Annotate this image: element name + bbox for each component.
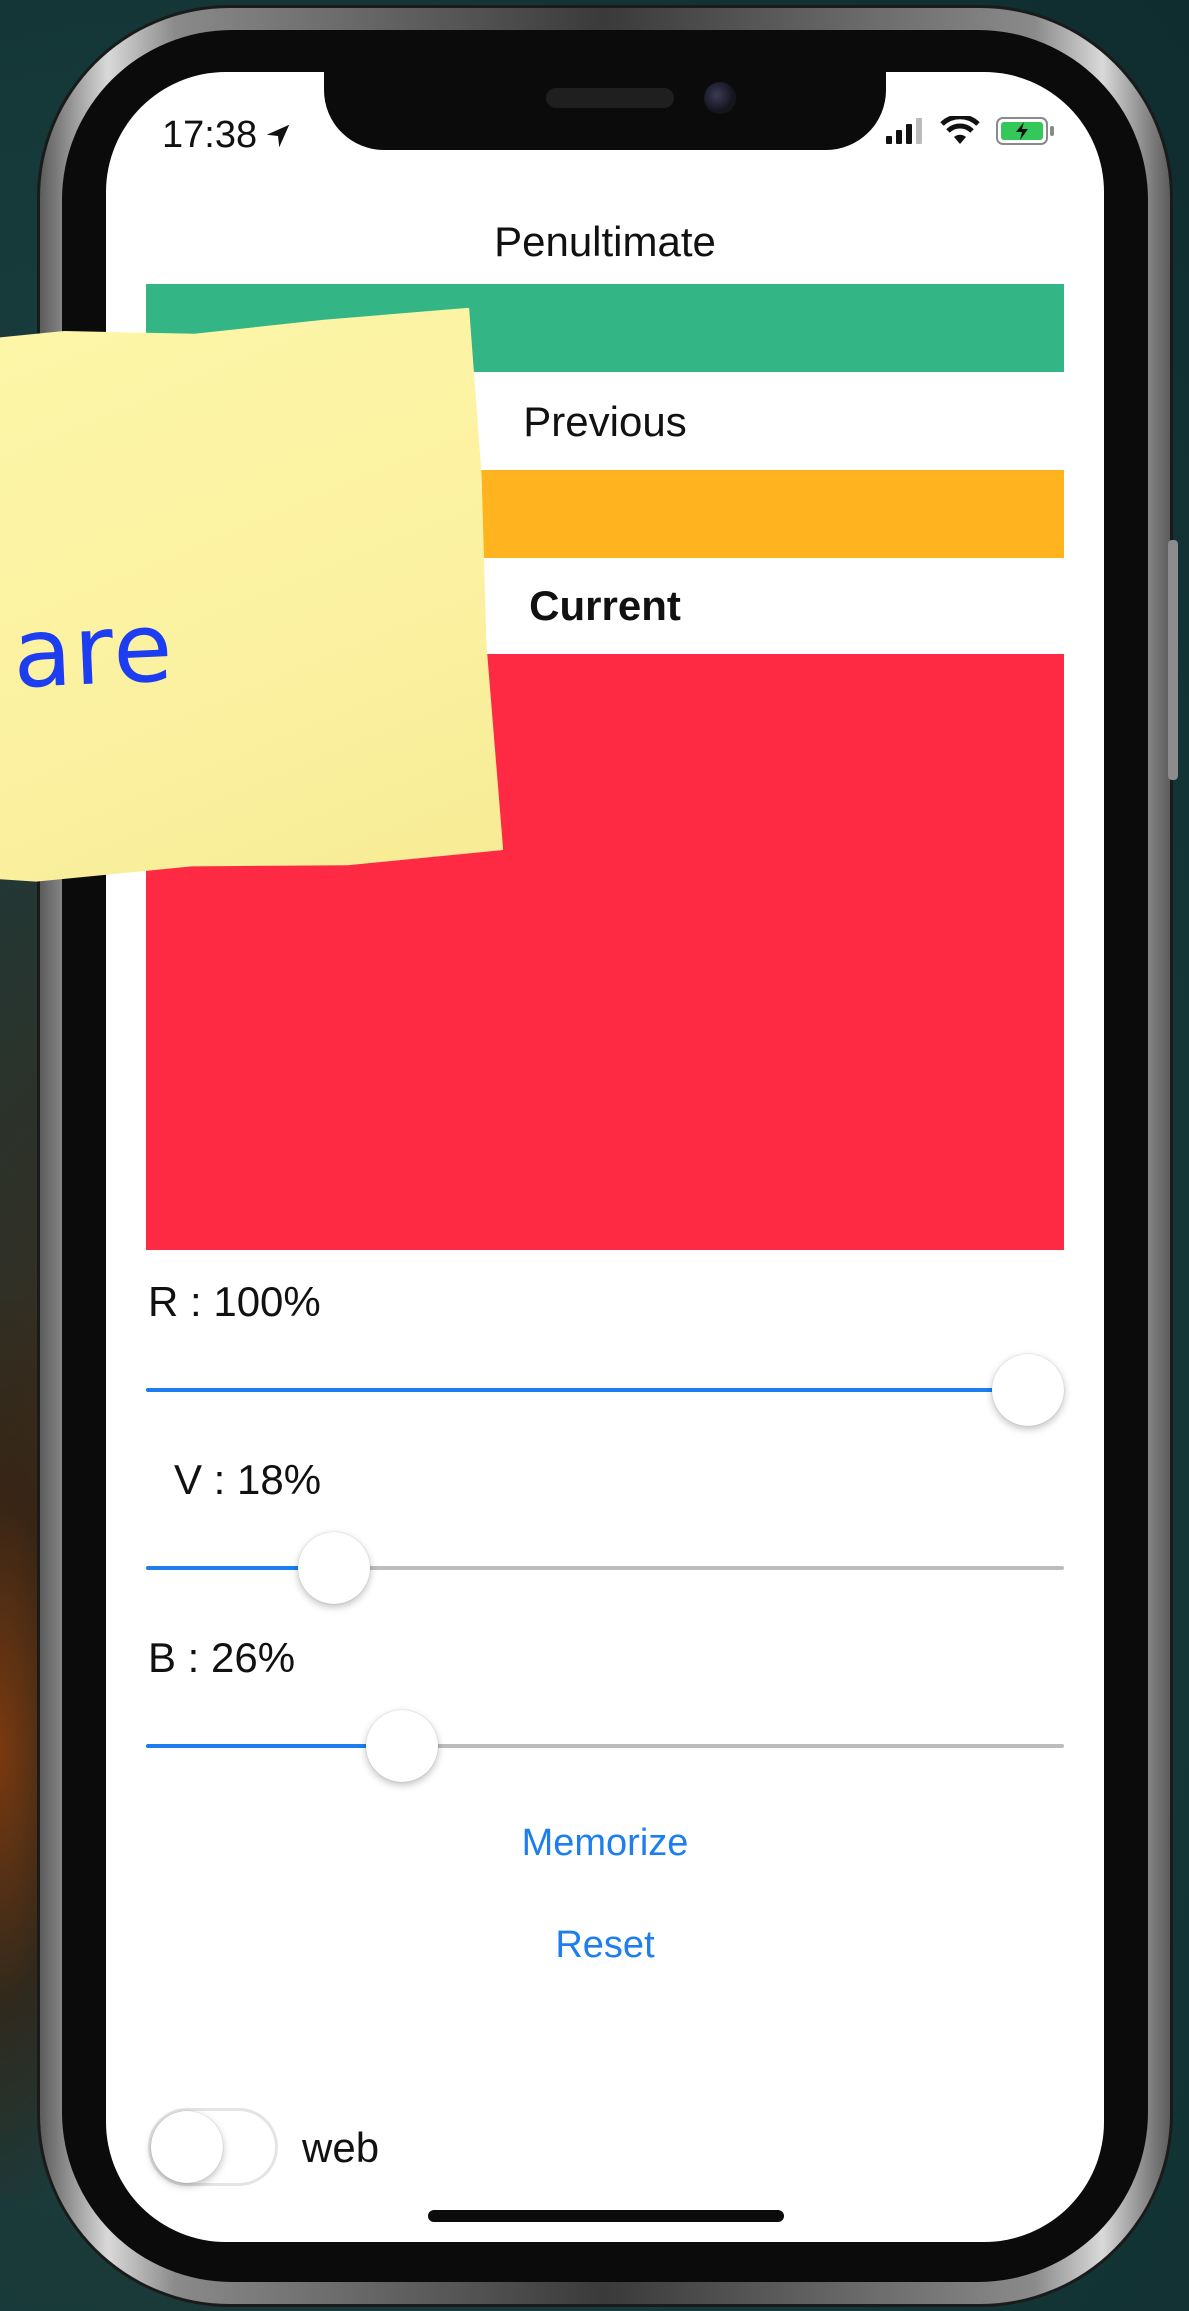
- notch: [324, 72, 886, 150]
- web-toggle[interactable]: [148, 2108, 278, 2186]
- v-slider-label: V : 18%: [174, 1456, 322, 1503]
- home-indicator[interactable]: [428, 2210, 784, 2222]
- web-toggle-label: web: [302, 2124, 380, 2171]
- v-slider[interactable]: [146, 1528, 1064, 1608]
- slider-thumb[interactable]: [365, 1710, 438, 1782]
- clock: 17:38: [162, 114, 258, 156]
- b-slider[interactable]: [146, 1706, 1064, 1786]
- status-time: 17:38: [162, 114, 293, 157]
- reset-button[interactable]: Reset: [146, 1924, 1064, 1967]
- speaker: [546, 88, 674, 108]
- side-button: [1168, 540, 1178, 780]
- camera: [704, 82, 736, 114]
- battery-charging-icon: [996, 117, 1054, 145]
- b-slider-label: B : 26%: [148, 1634, 296, 1681]
- r-slider[interactable]: [146, 1350, 1064, 1430]
- sticky-note-text: ɔare: [2, 591, 177, 710]
- slider-fill: [146, 1388, 1028, 1392]
- memorize-button[interactable]: Memorize: [146, 1822, 1064, 1865]
- cellular-signal-icon: [886, 118, 922, 144]
- location-arrow-icon: [266, 124, 290, 147]
- slider-fill: [146, 1744, 402, 1748]
- sticky-note-word: are: [10, 591, 177, 710]
- toggle-knob: [151, 2111, 223, 2183]
- penultimate-label: Penultimate: [494, 218, 716, 265]
- slider-thumb[interactable]: [298, 1532, 371, 1604]
- r-slider-label: R : 100%: [148, 1278, 321, 1325]
- sticky-note-overlay: ɔare: [0, 307, 504, 889]
- wifi-icon: [940, 116, 980, 144]
- status-icons: [886, 116, 1056, 146]
- slider-thumb[interactable]: [992, 1354, 1064, 1426]
